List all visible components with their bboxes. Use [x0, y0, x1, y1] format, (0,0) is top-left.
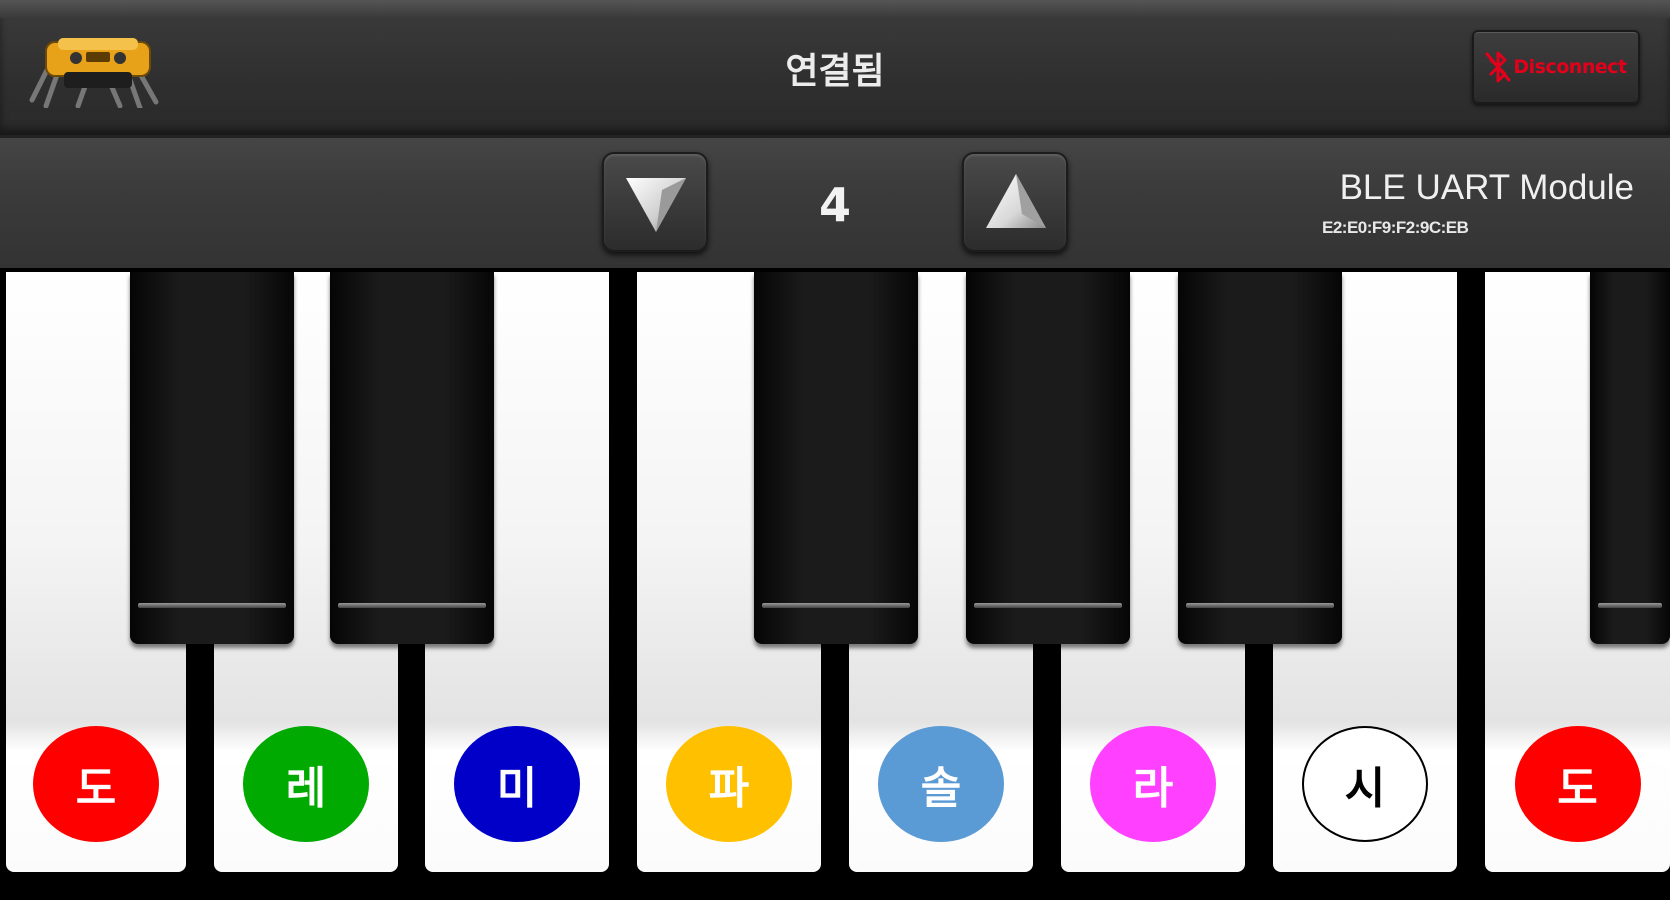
octave-value: 4	[818, 178, 851, 232]
note-label: 시	[1302, 726, 1428, 842]
note-label: 라	[1090, 726, 1216, 842]
disconnect-button[interactable]: Disconnect	[1472, 30, 1640, 104]
note-label: 도	[1514, 726, 1641, 842]
piano-keyboard: 도레미파솔라시도	[0, 268, 1670, 900]
octave-up-button[interactable]	[962, 152, 1068, 252]
black-key[interactable]	[1178, 272, 1342, 644]
device-mac-address: E2:E0:F9:F2:9C:EB	[1322, 218, 1469, 237]
note-label: 파	[666, 726, 792, 842]
piano-app: 연결됨 Disconnect 4 BLE UART Module E2:E0:F…	[0, 0, 1670, 900]
header-bar: 연결됨 Disconnect	[0, 0, 1670, 135]
disconnect-label: Disconnect	[1513, 56, 1627, 78]
connection-status: 연결됨	[785, 51, 885, 92]
note-label: 솔	[878, 726, 1004, 842]
black-key[interactable]	[754, 272, 918, 644]
device-name: BLE UART Module	[1339, 168, 1634, 207]
black-key[interactable]	[1590, 272, 1670, 644]
octave-down-button[interactable]	[602, 152, 708, 252]
black-key[interactable]	[130, 272, 294, 644]
note-label: 레	[243, 726, 369, 842]
octave-control-bar: 4 BLE UART Module E2:E0:F9:F2:9C:EB	[0, 135, 1670, 268]
note-label: 미	[454, 726, 580, 842]
black-key[interactable]	[330, 272, 494, 644]
bluetooth-off-icon	[1485, 50, 1511, 84]
black-key[interactable]	[966, 272, 1130, 644]
note-label: 도	[33, 726, 159, 842]
